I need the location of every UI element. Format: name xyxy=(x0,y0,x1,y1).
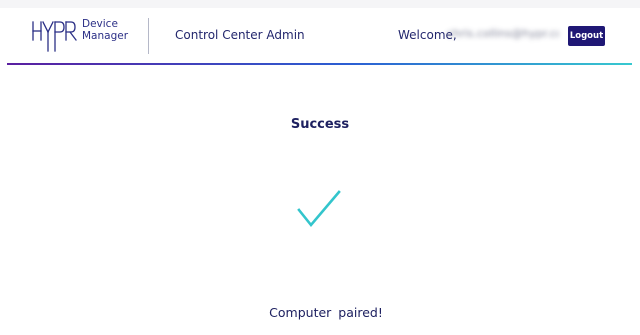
page: Device Manager Control Center Admin Welc… xyxy=(0,0,640,335)
product-name-line1: Device xyxy=(82,18,118,30)
success-title: Success xyxy=(290,117,350,132)
product-name: Device Manager xyxy=(82,18,142,42)
product-name-line2: Manager xyxy=(82,30,129,42)
checkmark-icon xyxy=(297,190,341,228)
header-divider xyxy=(148,18,149,54)
browser-top-edge xyxy=(0,0,640,8)
app-header: Device Manager Control Center Admin Welc… xyxy=(0,8,640,64)
hypr-logo-icon xyxy=(32,21,77,52)
status-message: Computer paired! xyxy=(269,305,383,320)
app-title: Control Center Admin xyxy=(175,28,305,42)
user-email: chris.collins@hypr.com xyxy=(447,27,559,40)
logout-button[interactable]: Logout xyxy=(568,26,605,46)
header-gradient-rule xyxy=(7,63,632,65)
